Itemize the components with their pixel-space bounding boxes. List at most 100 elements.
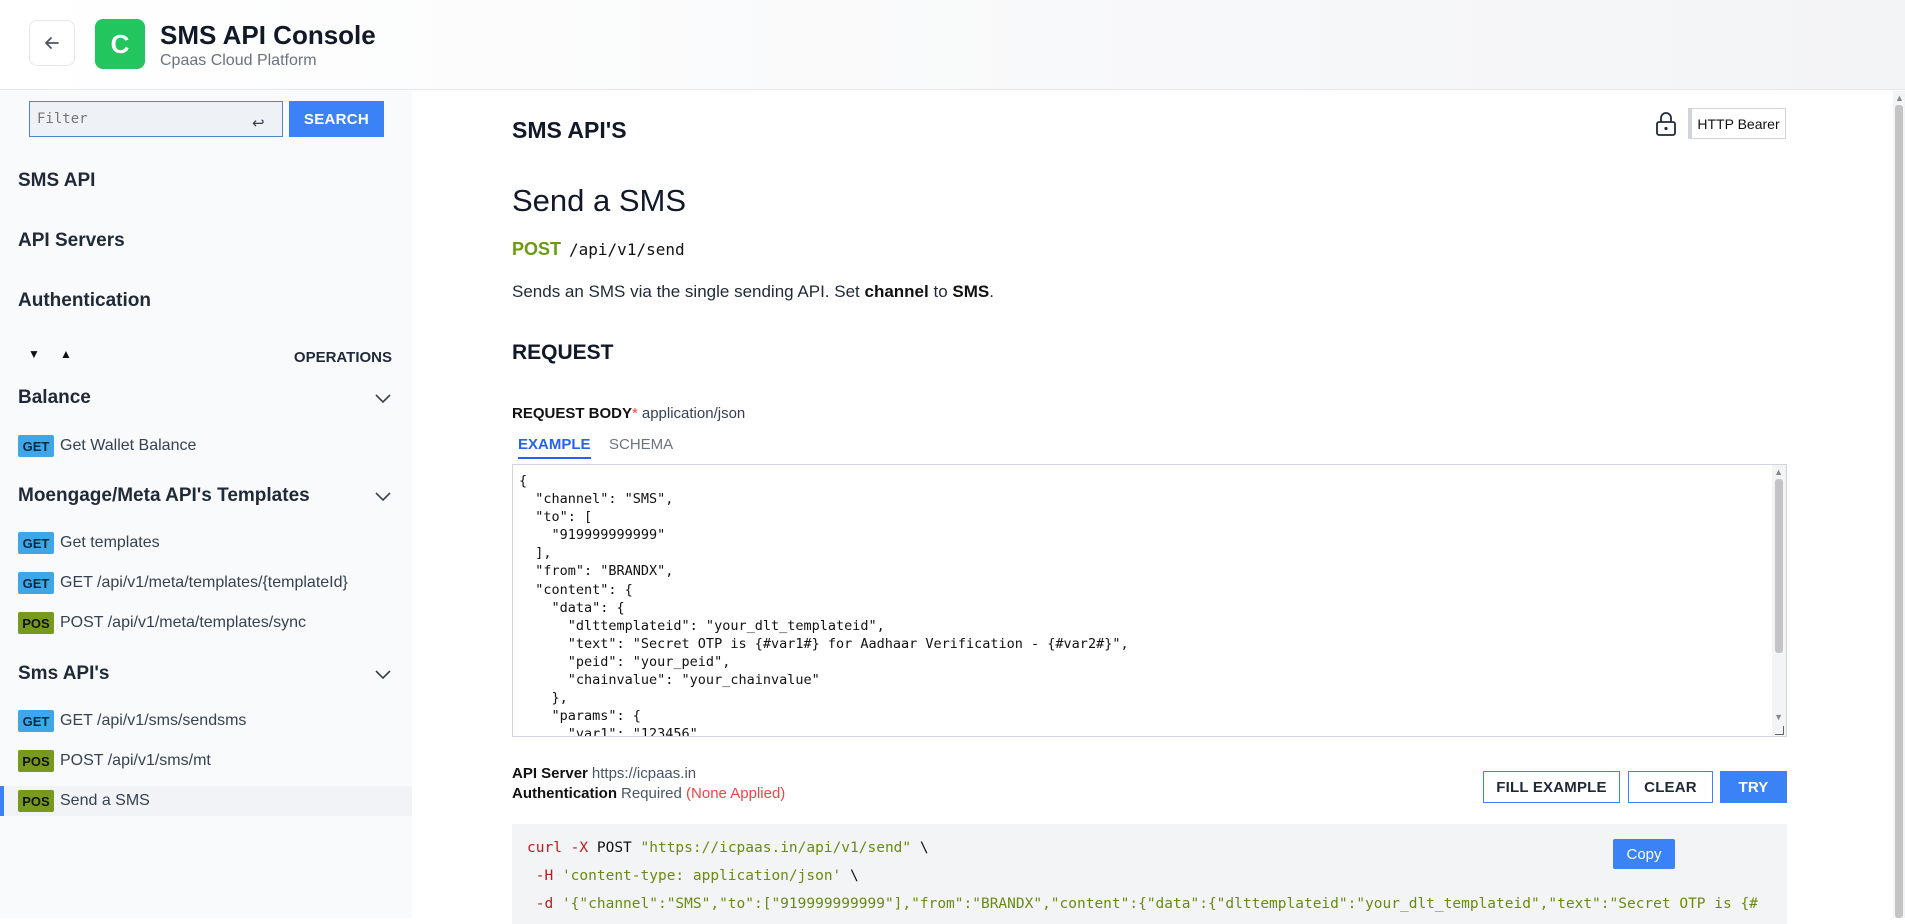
op-label: Get Wallet Balance [60, 437, 197, 454]
app-subtitle: Cpaas Cloud Platform [160, 52, 317, 69]
operations-label: OPERATIONS [293, 349, 392, 366]
op-post-templates-sync[interactable]: POS POST /api/v1/meta/templates/sync [0, 608, 412, 638]
desc-text: Sends an SMS via the single sending API.… [512, 282, 865, 301]
operations-header: ▼ ▲ OPERATIONS [0, 344, 412, 372]
editor-scrollbar[interactable]: ▲ ▼ [1772, 465, 1786, 736]
tab-example[interactable]: EXAMPLE [518, 436, 591, 459]
authentication-value: Required [621, 785, 682, 802]
http-method: POST [512, 239, 562, 259]
desc-bold: channel [864, 282, 929, 301]
curl-token: -d [535, 896, 554, 912]
scroll-down-icon[interactable]: ▼ [1774, 712, 1783, 722]
app-logo: C [95, 19, 145, 69]
chevron-down-icon [375, 670, 391, 680]
curl-token: -H [535, 868, 554, 884]
endpoint-path: /api/v1/send [569, 240, 685, 259]
auth-scheme-chip[interactable]: HTTP Bearer [1688, 108, 1786, 139]
curl-token: POST [596, 840, 632, 856]
curl-token: curl [527, 840, 562, 856]
app-title: SMS API Console [160, 20, 376, 50]
operation-title: Send a SMS [512, 183, 687, 218]
copy-button[interactable]: Copy [1613, 839, 1675, 869]
fill-example-button[interactable]: FILL EXAMPLE [1483, 771, 1620, 803]
try-button[interactable]: TRY [1720, 771, 1787, 803]
op-post-sms-mt[interactable]: POS POST /api/v1/sms/mt [0, 746, 412, 776]
op-get-wallet-balance[interactable]: GET Get Wallet Balance [0, 431, 412, 461]
request-body-title: REQUEST BODY [512, 405, 633, 422]
op-label: GET /api/v1/sms/sendsms [60, 712, 247, 729]
clear-button[interactable]: CLEAR [1628, 771, 1713, 803]
content-type: application/json [641, 405, 746, 422]
page-scrollbar[interactable]: ▲ [1893, 91, 1905, 918]
group-meta-templates[interactable]: Moengage/Meta API's Templates [0, 483, 412, 513]
op-label: POST /api/v1/meta/templates/sync [60, 614, 307, 631]
group-title: Balance [18, 387, 91, 408]
op-label: GET /api/v1/meta/templates/{templateId} [60, 574, 348, 591]
request-body-text[interactable]: { "channel": "SMS", "to": [ "91999999999… [513, 465, 1786, 736]
scroll-up-icon[interactable]: ▲ [1774, 467, 1783, 477]
request-heading: REQUEST [512, 341, 614, 364]
filter-input[interactable] [29, 101, 283, 137]
nav-link-authentication[interactable]: Authentication [18, 290, 151, 312]
enter-key-icon: ↩ [252, 115, 265, 132]
editor-scroll-thumb[interactable] [1775, 479, 1783, 653]
back-button[interactable] [29, 20, 75, 66]
resize-handle-icon[interactable] [1775, 726, 1784, 735]
request-body-label: REQUEST BODY* application/json [512, 405, 745, 422]
required-marker: * [632, 405, 638, 422]
group-title: Sms API's [18, 663, 110, 684]
page-scroll-thumb[interactable] [1895, 105, 1903, 918]
curl-token: 'content-type: application/json' [561, 868, 842, 884]
request-body-editor[interactable]: { "channel": "SMS", "to": [ "91999999999… [512, 464, 1787, 737]
curl-token: \ [850, 868, 859, 884]
method-badge: GET [18, 710, 54, 732]
authentication-warning: (None Applied) [686, 785, 786, 802]
op-send-a-sms[interactable]: POS Send a SMS [0, 786, 412, 816]
operation-description: Sends an SMS via the single sending API.… [512, 282, 994, 302]
curl-code: curl -X POST "https://icpaas.in/api/v1/s… [512, 824, 1787, 924]
sidebar: ↩ SEARCH SMS API API Servers Authenticat… [0, 91, 412, 918]
method-badge: GET [18, 572, 54, 594]
tab-schema[interactable]: SCHEMA [609, 436, 673, 457]
op-get-template-by-id[interactable]: GET GET /api/v1/meta/templates/{template… [0, 568, 412, 598]
api-server-label: API Server [512, 765, 588, 782]
section-title: SMS API'S [512, 117, 627, 143]
main-content: SMS API'S HTTP Bearer Send a SMS POST/ap… [412, 91, 1893, 924]
authentication-label: Authentication [512, 785, 617, 802]
nav-link-sms-api[interactable]: SMS API [18, 170, 95, 192]
desc-bold: SMS [952, 282, 990, 301]
api-server-line: API Server https://icpaas.in [512, 765, 696, 782]
authentication-line: Authentication Required (None Applied) [512, 785, 785, 802]
method-badge: GET [18, 532, 54, 554]
lock-icon[interactable] [1655, 111, 1677, 137]
desc-text: . [989, 282, 994, 301]
group-title: Moengage/Meta API's Templates [18, 485, 310, 506]
group-sms-apis[interactable]: Sms API's [0, 661, 412, 691]
op-label: Send a SMS [60, 792, 150, 809]
desc-text: to [928, 282, 953, 301]
chevron-down-icon [375, 394, 391, 404]
nav-link-api-servers[interactable]: API Servers [18, 230, 125, 252]
curl-token: -X [570, 840, 589, 856]
group-balance[interactable]: Balance [0, 385, 412, 415]
op-label: Get templates [60, 534, 160, 551]
scroll-up-icon[interactable]: ▲ [1895, 93, 1904, 103]
search-button[interactable]: SEARCH [289, 101, 384, 137]
endpoint-line: POST/api/v1/send [512, 239, 685, 260]
op-get-templates[interactable]: GET Get templates [0, 528, 412, 558]
op-label: POST /api/v1/sms/mt [60, 752, 211, 769]
method-badge: POS [18, 790, 54, 812]
method-badge: POS [18, 612, 54, 634]
expand-all-icon[interactable]: ▲ [60, 347, 72, 361]
curl-token: \ [919, 840, 929, 856]
curl-token: "https://icpaas.in/api/v1/send" [640, 840, 912, 856]
collapse-all-icon[interactable]: ▼ [28, 347, 40, 361]
app-header: C SMS API Console Cpaas Cloud Platform [0, 0, 1905, 90]
curl-snippet: curl -X POST "https://icpaas.in/api/v1/s… [512, 824, 1787, 924]
method-badge: POS [18, 750, 54, 772]
arrow-left-icon [45, 37, 59, 49]
curl-token: '{"channel":"SMS","to":["919999999999"],… [561, 896, 1758, 912]
chevron-down-icon [375, 492, 391, 502]
api-server-value: https://icpaas.in [591, 765, 697, 782]
op-get-sendsms[interactable]: GET GET /api/v1/sms/sendsms [0, 706, 412, 736]
